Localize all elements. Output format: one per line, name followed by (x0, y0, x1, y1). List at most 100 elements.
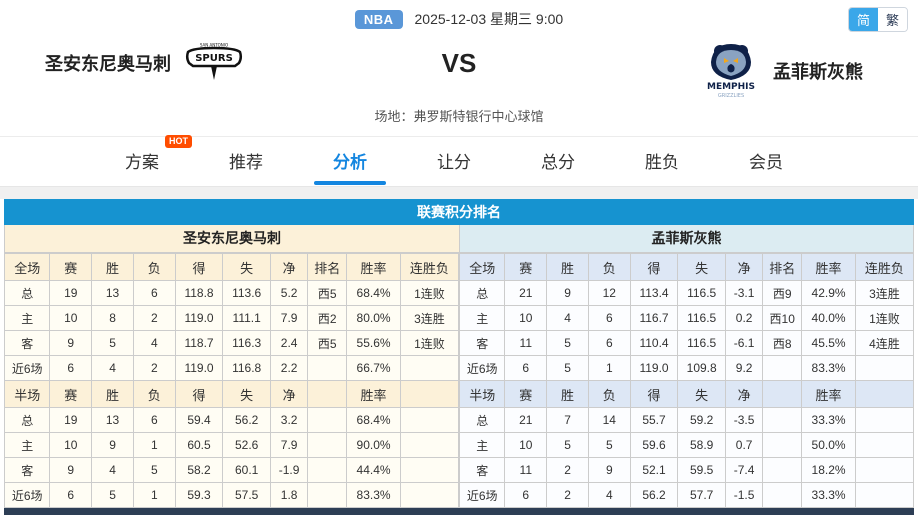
home-team-title: 圣安东尼奥马刺 (4, 225, 459, 253)
row-label: 主 (458, 305, 506, 331)
stat-cell: 56.2 (222, 407, 271, 433)
stat-cell: 0.7 (724, 432, 764, 458)
stat-cell: 44.4% (346, 457, 401, 483)
streak-cell: 4连胜 (854, 330, 915, 356)
row-label: 客 (3, 457, 51, 483)
stat-cell: 10 (49, 432, 93, 458)
stat-cell: 55.6% (346, 330, 401, 356)
column-header: 赛 (49, 253, 93, 281)
row-label: 总 (458, 280, 506, 306)
stat-cell: 19 (49, 407, 93, 433)
stat-cell: 2 (132, 305, 176, 331)
stat-cell (307, 482, 348, 508)
stat-cell: 4 (587, 482, 631, 508)
stat-cell: 50.0% (801, 432, 856, 458)
stat-cell: 60.1 (222, 457, 271, 483)
stat-cell: 59.2 (677, 407, 726, 433)
streak-cell (399, 482, 460, 508)
streak-cell (854, 482, 915, 508)
home-full-row: 总 19 13 6 118.8 113.6 5.2 西5 68.4% 1连败 (3, 280, 460, 306)
nav-tabs: 方案 HOT 推荐 分析 让分 总分 胜负 会员 (0, 135, 918, 187)
column-header: 连胜负 (854, 253, 915, 281)
stat-cell: 1 (132, 432, 176, 458)
column-header: 净 (724, 253, 764, 281)
stat-cell: -3.5 (724, 407, 764, 433)
column-header: 负 (587, 253, 631, 281)
tab-rangfen[interactable]: 让分 (420, 138, 488, 185)
tab-fangan[interactable]: 方案 HOT (108, 135, 192, 185)
stat-cell: 9 (49, 457, 93, 483)
stat-cell: 116.3 (222, 330, 271, 356)
traditional-chinese-button[interactable]: 繁 (877, 8, 907, 31)
column-header: 排名 (762, 253, 803, 281)
away-standings-table: 孟菲斯灰熊 全场赛胜负得失净排名 胜率 连胜负总 21 9 12 113.4 116.5 -3.1… (458, 225, 915, 508)
column-header: 胜 (546, 253, 589, 281)
stat-cell (762, 355, 803, 381)
standings-title: 联赛积分排名 (4, 199, 914, 225)
row-label: 近6场 (3, 355, 51, 381)
stat-cell: 42.9% (801, 280, 856, 306)
row-label: 主 (458, 432, 506, 458)
column-header: 净 (269, 253, 309, 281)
stat-cell: 109.8 (677, 355, 726, 381)
row-label: 近6场 (458, 482, 506, 508)
column-header (854, 380, 915, 408)
tab-tuijian[interactable]: 推荐 (212, 138, 280, 185)
stat-cell: 14 (587, 407, 631, 433)
stat-cell: 西5 (307, 330, 348, 356)
row-label: 客 (3, 330, 51, 356)
stat-cell (762, 407, 803, 433)
stat-cell: 5 (91, 330, 134, 356)
stat-cell: 113.4 (629, 280, 679, 306)
home-full-header-row: 全场赛胜负得失净排名 胜率 连胜负 (3, 253, 460, 281)
stat-cell: 59.3 (174, 482, 224, 508)
standings-section: 联赛积分排名 圣安东尼奥马刺 全场赛胜负得失净排名 胜率 连胜负总 19 13 6 118.8… (3, 199, 915, 515)
stat-cell: 西9 (762, 280, 803, 306)
stat-cell: 9.2 (724, 355, 764, 381)
tab-fenxi[interactable]: 分析 (314, 138, 386, 185)
stat-cell: 4 (546, 305, 589, 331)
stat-cell: 118.8 (174, 280, 224, 306)
stat-cell: 80.0% (346, 305, 401, 331)
stat-cell: 西5 (307, 280, 348, 306)
stat-cell: 2.2 (269, 355, 309, 381)
column-header (307, 380, 348, 408)
stat-cell: 116.5 (677, 305, 726, 331)
stat-cell (307, 355, 348, 381)
stat-cell: 9 (546, 280, 589, 306)
stat-cell: 68.4% (346, 280, 401, 306)
home-half-row: 主 10 9 1 60.5 52.6 7.9 90.0% (3, 432, 460, 458)
away-half-row: 主 10 5 5 59.6 58.9 0.7 50.0% (458, 432, 915, 458)
tab-zongfen[interactable]: 总分 (524, 138, 592, 185)
home-stat-table: 全场赛胜负得失净排名 胜率 连胜负总 19 13 6 118.8 113.6 5.2 西5 68.4… (3, 253, 460, 508)
hot-badge: HOT (165, 135, 192, 148)
tab-shengfu[interactable]: 胜负 (628, 138, 696, 185)
column-header: 赛 (504, 253, 548, 281)
stat-cell: 7 (546, 407, 589, 433)
venue-label: 场地：弗罗斯特银行中心球馆 (0, 106, 918, 137)
column-header: 净 (724, 380, 764, 408)
stat-cell: -1.5 (724, 482, 764, 508)
stat-cell: 2 (132, 355, 176, 381)
grizzlies-logo: MEMPHIS GRIZZLIES (707, 44, 755, 99)
tab-huiyuan[interactable]: 会员 (732, 138, 800, 185)
column-header: 失 (677, 253, 726, 281)
column-header: 胜率 (346, 253, 401, 281)
row-label: 主 (3, 305, 51, 331)
stat-cell: 83.3% (346, 482, 401, 508)
language-toggle: 简 繁 (847, 7, 908, 32)
stat-cell: 4 (91, 457, 134, 483)
stat-cell: 9 (49, 330, 93, 356)
away-full-header-row: 全场赛胜负得失净排名 胜率 连胜负 (458, 253, 915, 281)
row-label: 总 (458, 407, 506, 433)
stat-cell (307, 457, 348, 483)
row-label: 客 (458, 457, 506, 483)
simplified-chinese-button[interactable]: 简 (848, 8, 878, 31)
column-header: 赛 (49, 380, 93, 408)
stat-cell: 57.5 (222, 482, 271, 508)
streak-cell (854, 407, 915, 433)
home-half-row: 总 19 13 6 59.4 56.2 3.2 68.4% (3, 407, 460, 433)
column-header: 全场 (3, 253, 51, 281)
stat-cell: 57.7 (677, 482, 726, 508)
streak-cell (854, 355, 915, 381)
